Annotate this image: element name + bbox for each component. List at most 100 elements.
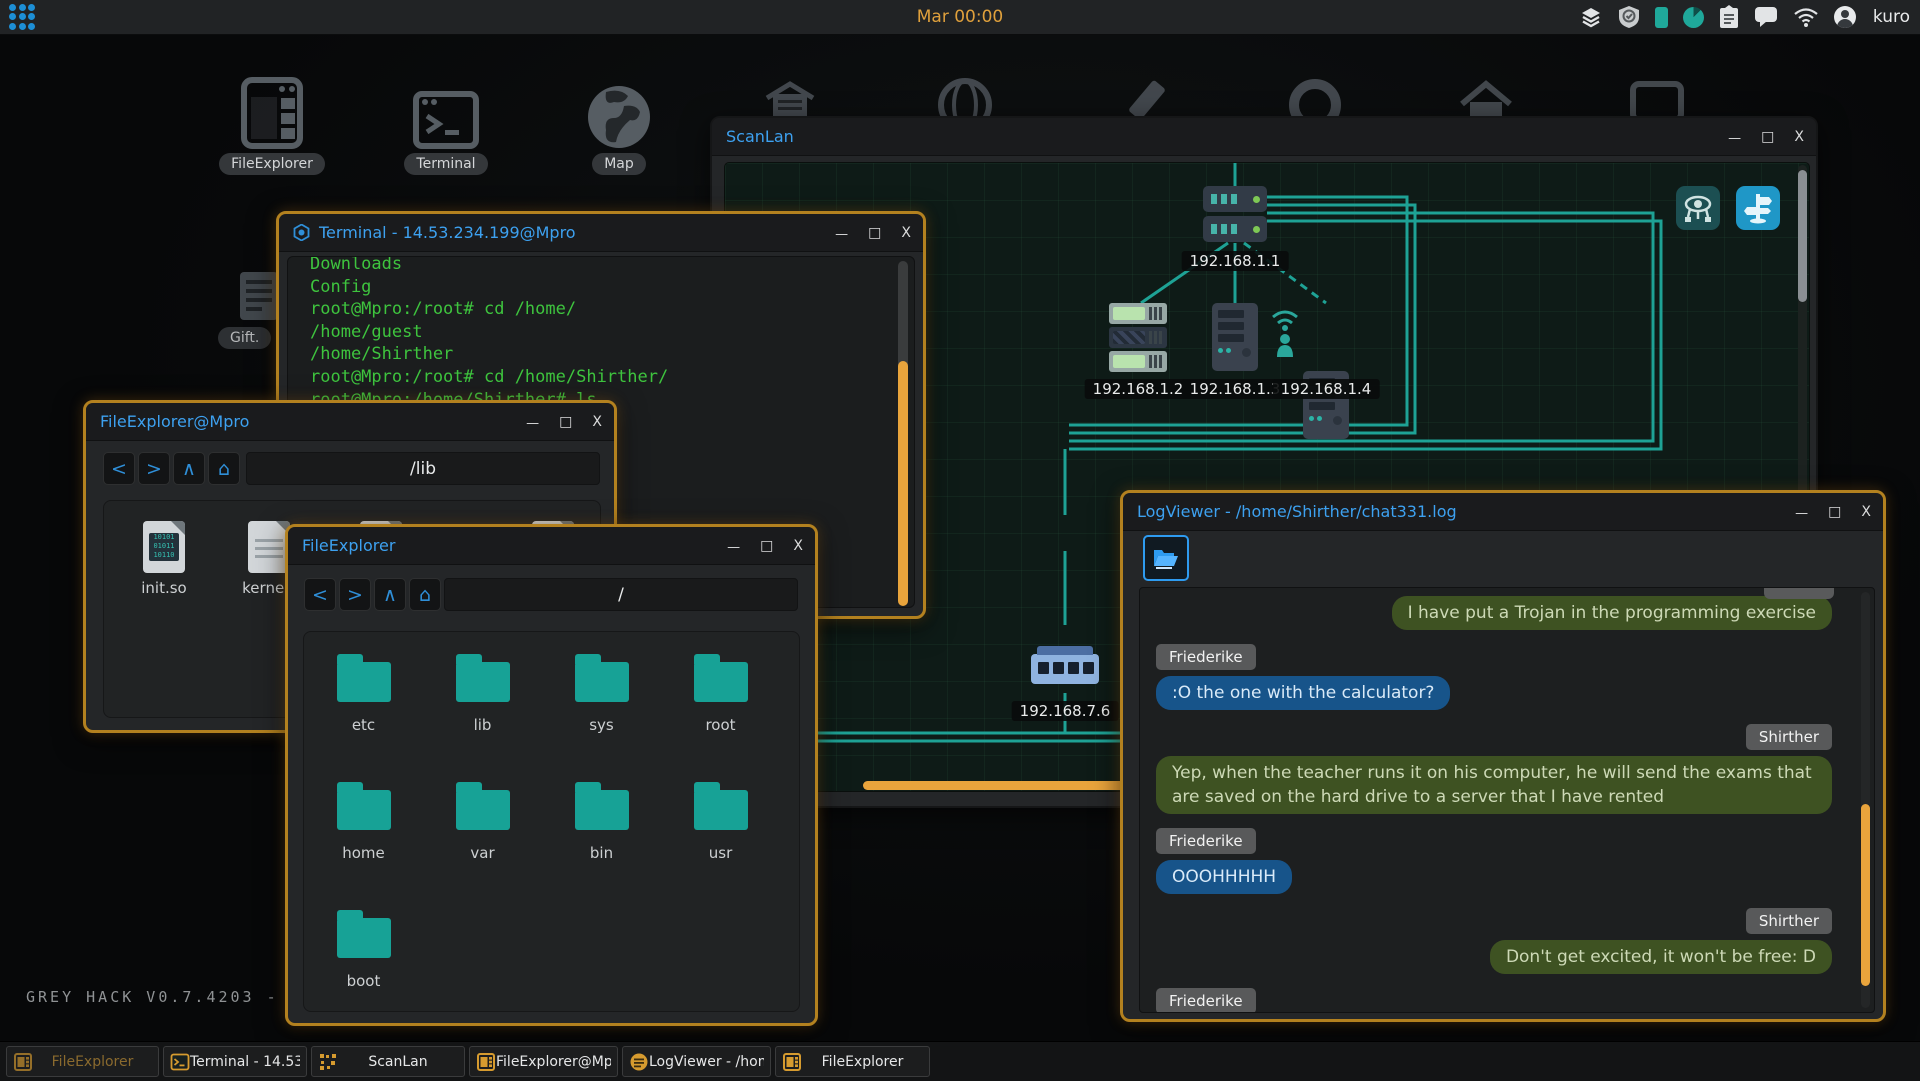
- minimize-button[interactable]: —: [835, 227, 848, 242]
- file-icon: [143, 521, 185, 573]
- globe-icon: [564, 70, 674, 150]
- folder-icon: [456, 790, 510, 830]
- chat-sender-label: Shirther: [1746, 908, 1832, 934]
- desktop-icon-fileexplorer[interactable]: FileExplorer: [217, 70, 327, 175]
- logviewer-titlebar[interactable]: LogViewer - /home/Shirther/chat331.log —…: [1123, 493, 1883, 531]
- scanlan-titlebar[interactable]: ScanLan — □ X: [712, 118, 1816, 156]
- battery-icon[interactable]: [1655, 7, 1668, 28]
- chat-log-panel[interactable]: I have put a Trojan in the programming e…: [1139, 587, 1875, 1013]
- folder-icon: [456, 662, 510, 702]
- close-button[interactable]: X: [1861, 504, 1871, 520]
- chat-row: :O the one with the calculator?: [1156, 670, 1832, 710]
- path-input[interactable]: /: [444, 578, 798, 611]
- fileexplorer-taskbar-icon: [476, 1052, 496, 1072]
- desktop-icon-gift[interactable]: Gift.: [238, 270, 280, 326]
- folder-item[interactable]: bin: [542, 766, 661, 894]
- taskbar-item-label: FileExplorer: [33, 1054, 152, 1070]
- taskbar-item[interactable]: FileExplorer@Mpro: [469, 1046, 618, 1077]
- taskbar-item[interactable]: FileExplorer: [6, 1046, 159, 1077]
- terminal-line: /home/guest: [310, 321, 668, 344]
- node-switch[interactable]: [1031, 654, 1099, 684]
- forward-button[interactable]: >: [339, 578, 371, 611]
- file-item[interactable]: init.so: [119, 521, 209, 597]
- terminal-line: root@Mpro:/root# cd /home/Shirther/: [310, 366, 668, 389]
- node-rack-server[interactable]: [1109, 303, 1167, 375]
- folder-grid[interactable]: etclibsysroothomevarbinusrboot: [303, 631, 800, 1012]
- home-button[interactable]: ⌂: [409, 578, 441, 611]
- folder-item[interactable]: root: [661, 638, 780, 766]
- network-watch-button[interactable]: [1676, 186, 1720, 230]
- folder-item[interactable]: etc: [304, 638, 423, 766]
- folder-item[interactable]: sys: [542, 638, 661, 766]
- folder-name: var: [470, 844, 494, 862]
- back-button[interactable]: <: [103, 452, 135, 485]
- node-pc[interactable]: [1042, 791, 1088, 792]
- fileexplorer-root-titlebar[interactable]: FileExplorer — □ X: [288, 527, 815, 565]
- wifi-icon[interactable]: [1793, 7, 1819, 27]
- ip-label: 192.168.7.6: [1012, 701, 1119, 721]
- folder-icon: [337, 790, 391, 830]
- fileexplorer-icon: [217, 70, 327, 150]
- close-button[interactable]: X: [793, 538, 803, 554]
- folder-item[interactable]: lib: [423, 638, 542, 766]
- terminal-app-icon: [293, 224, 310, 241]
- minimize-button[interactable]: —: [1795, 506, 1808, 521]
- pie-chart-icon[interactable]: [1683, 7, 1704, 28]
- terminal-titlebar[interactable]: Terminal - 14.53.234.199@Mpro — □ X: [279, 214, 923, 252]
- up-button[interactable]: ∧: [173, 452, 205, 485]
- maximize-button[interactable]: □: [559, 414, 572, 430]
- home-button[interactable]: ⌂: [208, 452, 240, 485]
- terminal-scrollbar[interactable]: [898, 261, 908, 603]
- folder-item[interactable]: usr: [661, 766, 780, 894]
- folder-item[interactable]: var: [423, 766, 542, 894]
- terminal-taskbar-icon: [170, 1052, 190, 1072]
- chat-bubble-icon[interactable]: [1754, 6, 1778, 28]
- signpost-button[interactable]: [1736, 186, 1780, 230]
- taskbar-item[interactable]: FileExplorer: [775, 1046, 930, 1077]
- desktop-icon-label: Map: [592, 153, 646, 175]
- window-title: FileExplorer@Mpro: [100, 412, 249, 431]
- file-icon: [248, 521, 290, 573]
- node-tower-server[interactable]: [1212, 303, 1258, 371]
- chat-row: Shirther: [1156, 710, 1832, 750]
- open-file-button[interactable]: [1143, 535, 1189, 581]
- top-bar: Mar 00:00 kuro: [0, 0, 1920, 35]
- path-input[interactable]: /lib: [246, 452, 600, 485]
- chat-scrollbar[interactable]: [1861, 592, 1870, 1008]
- terminal-line: /home/Shirther: [310, 343, 668, 366]
- maximize-button[interactable]: □: [1761, 129, 1774, 145]
- maximize-button[interactable]: □: [1828, 504, 1841, 520]
- minimize-button[interactable]: —: [526, 416, 539, 431]
- folder-icon: [337, 918, 391, 958]
- folder-item[interactable]: home: [304, 766, 423, 894]
- window-title: ScanLan: [726, 127, 794, 146]
- user-avatar-icon[interactable]: [1834, 6, 1856, 28]
- maximize-button[interactable]: □: [868, 225, 881, 241]
- desktop-icon-map[interactable]: Map: [564, 70, 674, 175]
- up-button[interactable]: ∧: [374, 578, 406, 611]
- minimize-button[interactable]: —: [727, 540, 740, 555]
- folder-name: bin: [590, 844, 613, 862]
- minimize-button[interactable]: —: [1728, 131, 1741, 146]
- desktop-icon-terminal[interactable]: Terminal: [391, 70, 501, 175]
- terminal-line: Downloads: [310, 256, 668, 276]
- close-button[interactable]: X: [592, 414, 602, 430]
- logviewer-taskbar-icon: [629, 1052, 649, 1072]
- forward-button[interactable]: >: [138, 452, 170, 485]
- taskbar-item-label: FileExplorer@Mpro: [496, 1054, 611, 1070]
- layers-icon[interactable]: [1579, 5, 1603, 29]
- window-title: LogViewer - /home/Shirther/chat331.log: [1137, 502, 1457, 521]
- terminal-icon: [391, 70, 501, 150]
- close-button[interactable]: X: [1794, 129, 1804, 145]
- fileexplorer-mpro-titlebar[interactable]: FileExplorer@Mpro — □ X: [86, 403, 614, 441]
- taskbar-item[interactable]: ScanLan: [311, 1046, 465, 1077]
- taskbar-item[interactable]: LogViewer - /home...: [622, 1046, 771, 1077]
- maximize-button[interactable]: □: [760, 538, 773, 554]
- shield-check-icon[interactable]: [1618, 5, 1640, 29]
- node-router[interactable]: [1203, 186, 1267, 246]
- back-button[interactable]: <: [304, 578, 336, 611]
- close-button[interactable]: X: [901, 225, 911, 241]
- clipboard-icon[interactable]: [1719, 5, 1739, 29]
- taskbar-item[interactable]: Terminal - 14.53.234...: [163, 1046, 307, 1077]
- folder-item[interactable]: boot: [304, 894, 423, 1022]
